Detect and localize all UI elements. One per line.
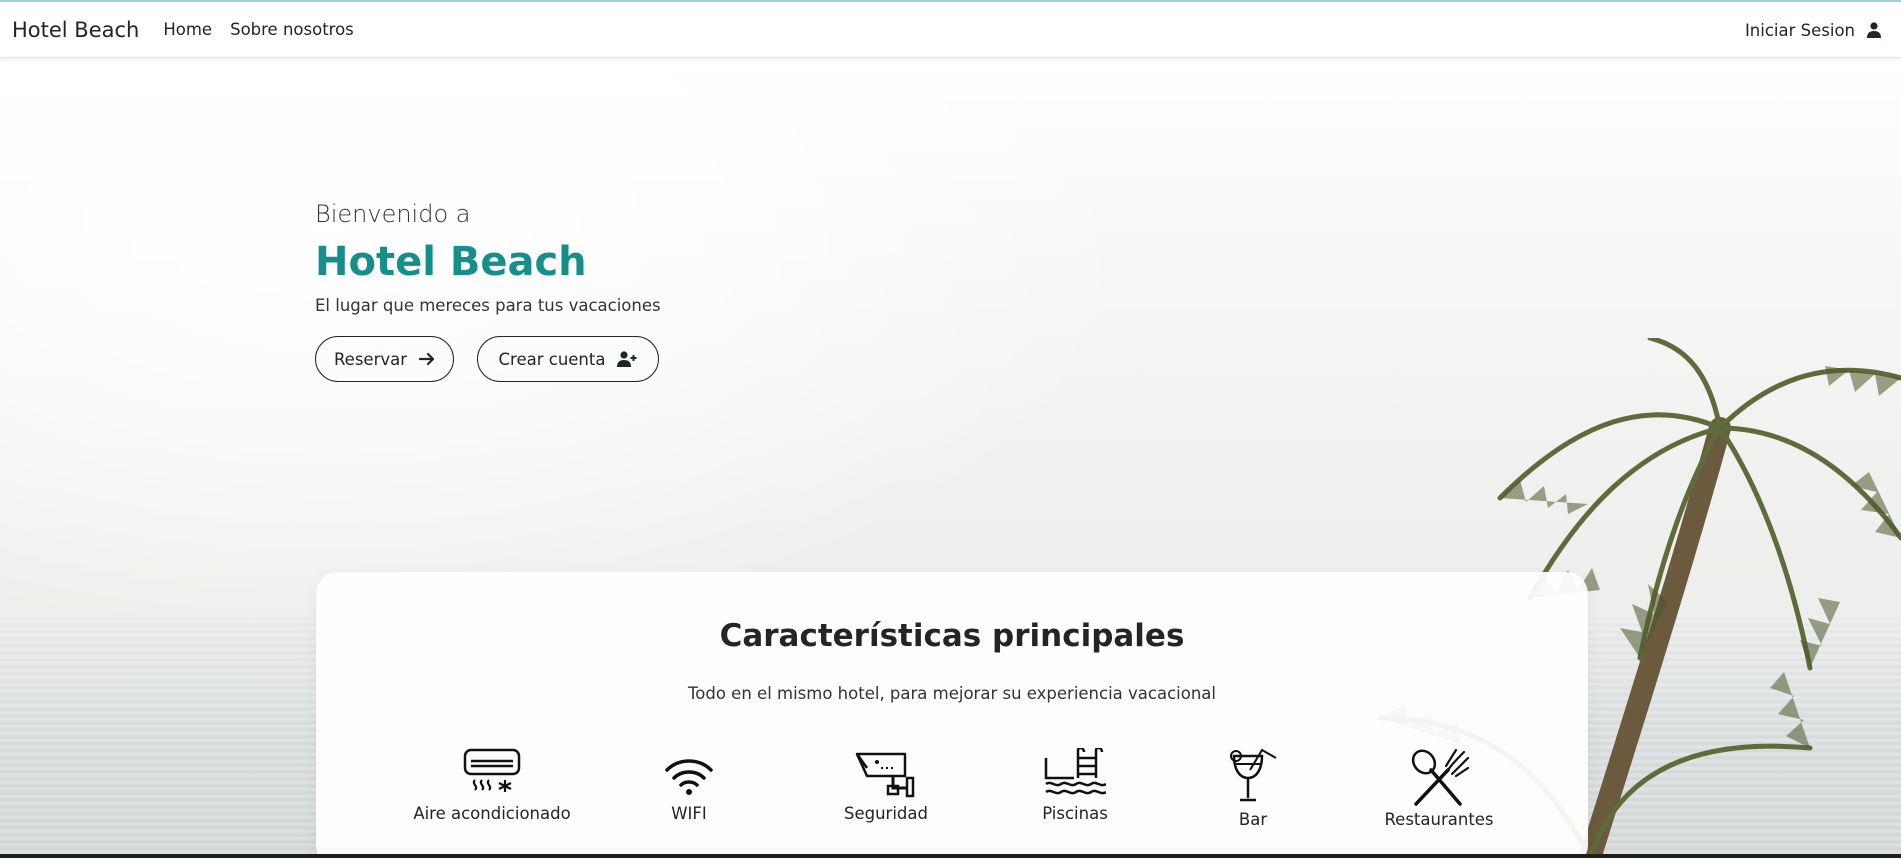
- navbar-brand[interactable]: Hotel Beach: [12, 18, 139, 42]
- nav-link-home[interactable]: Home: [163, 20, 212, 39]
- hero-title: Hotel Beach: [315, 239, 587, 285]
- feature-label: Restaurantes: [1384, 810, 1494, 829]
- feature-label: WIFI: [671, 804, 707, 823]
- wifi-icon: [665, 759, 713, 795]
- navbar: Hotel Beach Home Sobre nosotros Iniciar …: [0, 2, 1901, 58]
- cocktail-icon: [1230, 748, 1277, 802]
- hero-welcome-text: Bienvenido a: [315, 200, 471, 228]
- features-card: Características principales Todo en el m…: [316, 572, 1588, 854]
- user-icon: [1867, 22, 1881, 38]
- feature-label: Seguridad: [844, 804, 928, 823]
- air-conditioner-icon: [463, 748, 521, 792]
- crear-cuenta-button-label: Crear cuenta: [498, 349, 606, 369]
- features-title: Características principales: [719, 618, 1185, 654]
- features-subtitle: Todo en el mismo hotel, para mejorar su …: [688, 684, 1216, 703]
- login-label: Iniciar Sesion: [1744, 20, 1855, 40]
- feature-restaurants: Restaurantes: [1384, 748, 1494, 829]
- feature-bar: Bar: [1228, 748, 1278, 829]
- feature-wifi: WIFI: [662, 748, 716, 823]
- arrow-right-icon: [419, 352, 435, 366]
- spoon-fork-icon: [1411, 748, 1470, 806]
- user-plus-icon: [617, 351, 637, 367]
- security-camera-icon: [855, 752, 915, 798]
- reservar-button[interactable]: Reservar: [315, 336, 454, 382]
- pool-icon: [1044, 748, 1106, 795]
- feature-security: Seguridad: [836, 748, 936, 823]
- login-link[interactable]: Iniciar Sesion: [1745, 2, 1881, 58]
- feature-label: Bar: [1238, 810, 1268, 829]
- feature-pools: Piscinas: [1040, 748, 1110, 823]
- hero-subtitle: El lugar que mereces para tus vacaciones: [315, 296, 661, 315]
- hero-section: Bienvenido a Hotel Beach El lugar que me…: [0, 58, 1901, 854]
- crear-cuenta-button[interactable]: Crear cuenta: [477, 336, 659, 382]
- feature-label: Piscinas: [1042, 804, 1108, 823]
- feature-label: Aire acondicionado: [413, 804, 571, 823]
- nav-link-about[interactable]: Sobre nosotros: [230, 20, 354, 39]
- bottom-border: [0, 854, 1901, 858]
- feature-air-conditioning: Aire acondicionado: [410, 748, 574, 823]
- reservar-button-label: Reservar: [333, 349, 408, 369]
